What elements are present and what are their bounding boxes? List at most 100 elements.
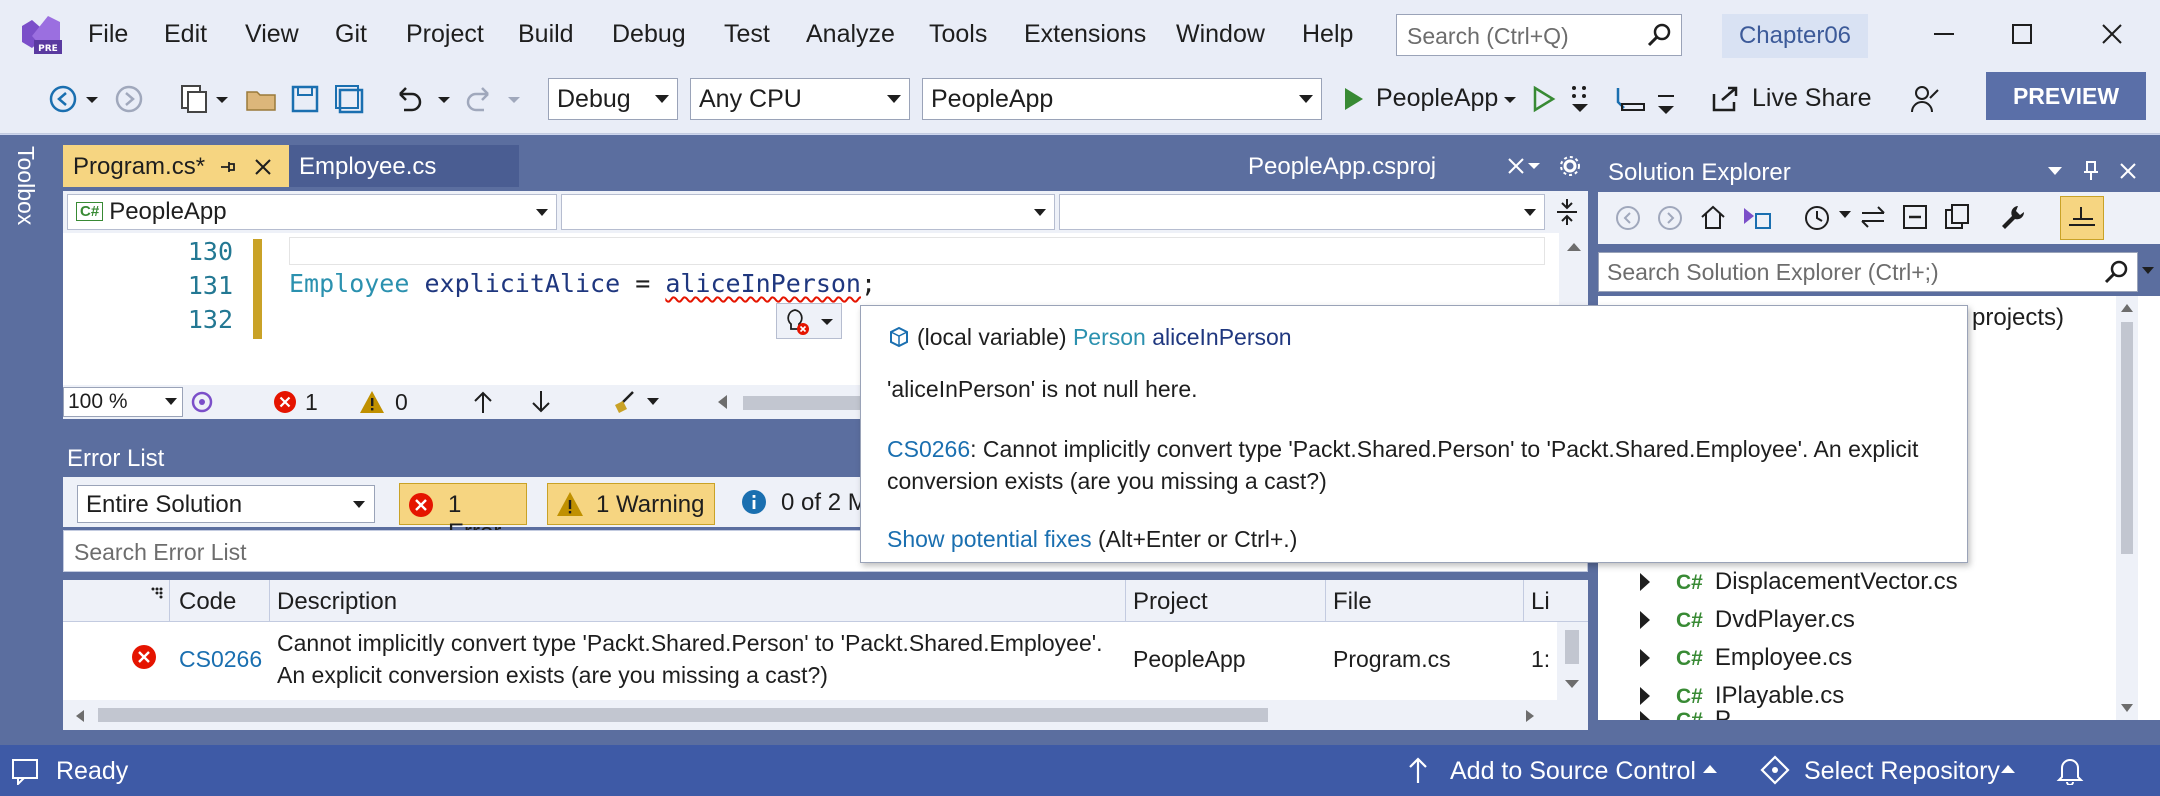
- add-to-source-control-button[interactable]: Add to Source Control: [1450, 757, 1696, 786]
- arrow-up-icon[interactable]: [1406, 755, 1430, 785]
- info-icon[interactable]: [741, 489, 767, 515]
- switch-views-icon[interactable]: [1740, 202, 1772, 232]
- project-scope-select[interactable]: C# PeopleApp: [67, 194, 557, 230]
- error-code-link[interactable]: CS0266: [179, 646, 262, 673]
- scroll-thumb[interactable]: [98, 708, 1268, 722]
- menu-git[interactable]: Git: [335, 20, 367, 49]
- chevron-down-icon[interactable]: [504, 82, 524, 116]
- menu-view[interactable]: View: [245, 20, 299, 49]
- column-header-code[interactable]: Code: [179, 588, 236, 616]
- expand-triangle-icon[interactable]: [1640, 711, 1650, 720]
- scroll-up-icon[interactable]: [2120, 302, 2134, 314]
- chevron-down-icon[interactable]: [82, 82, 102, 116]
- hot-reload-icon[interactable]: [1612, 82, 1646, 116]
- toolbox-tab[interactable]: Toolbox: [12, 146, 39, 225]
- repository-icon[interactable]: [1760, 755, 1790, 785]
- chevron-up-icon[interactable]: [1702, 763, 1718, 775]
- solution-root-item[interactable]: projects): [1972, 304, 2064, 332]
- column-header-description[interactable]: Description: [277, 588, 397, 616]
- platform-select[interactable]: Any CPU: [690, 78, 910, 120]
- navigate-forward-icon[interactable]: [112, 82, 146, 116]
- pin-icon[interactable]: [2082, 160, 2100, 182]
- error-list-horizontal-scrollbar[interactable]: [63, 700, 1588, 730]
- show-all-files-icon[interactable]: [1942, 202, 1972, 232]
- menu-edit[interactable]: Edit: [164, 20, 207, 49]
- errors-filter-button[interactable]: 1 Error: [399, 483, 527, 546]
- expand-triangle-icon[interactable]: [1640, 611, 1650, 629]
- startup-project-select[interactable]: PeopleApp: [922, 78, 1322, 120]
- output-notification-icon[interactable]: [10, 757, 40, 785]
- scroll-down-icon[interactable]: [1563, 678, 1581, 692]
- feedback-icon[interactable]: [1908, 82, 1942, 116]
- menu-extensions[interactable]: Extensions: [1024, 20, 1146, 49]
- quick-info-type-link[interactable]: Person: [1073, 324, 1146, 350]
- code-cleanup-icon[interactable]: [611, 389, 641, 415]
- expand-triangle-icon[interactable]: [1640, 573, 1650, 591]
- split-editor-icon[interactable]: [1553, 197, 1581, 227]
- maximize-icon[interactable]: [2002, 14, 2042, 54]
- start-without-debugging-icon[interactable]: [1526, 82, 1560, 116]
- menu-build[interactable]: Build: [518, 20, 574, 49]
- scroll-left-icon[interactable]: [715, 393, 731, 411]
- minimize-icon[interactable]: [1924, 14, 1964, 54]
- editor-horizontal-scroll-thumb[interactable]: [743, 396, 863, 410]
- code-error-token[interactable]: aliceInPerson: [665, 269, 861, 298]
- collapse-all-icon[interactable]: [1900, 202, 1930, 232]
- warning-icon[interactable]: [359, 390, 385, 414]
- expand-triangle-icon[interactable]: [1640, 687, 1650, 705]
- configuration-select[interactable]: Debug: [548, 78, 678, 120]
- pin-icon[interactable]: [217, 157, 237, 177]
- tree-item[interactable]: C# P: [1640, 706, 1731, 720]
- error-list-vertical-scrollbar[interactable]: [1557, 622, 1588, 700]
- menu-test[interactable]: Test: [724, 20, 770, 49]
- chevron-down-icon[interactable]: [1838, 210, 1852, 220]
- menu-window[interactable]: Window: [1176, 20, 1265, 49]
- scroll-right-icon[interactable]: [1523, 708, 1537, 724]
- member-scope-select[interactable]: [1059, 194, 1545, 230]
- quick-actions-button[interactable]: [776, 303, 842, 339]
- column-header-file[interactable]: File: [1333, 588, 1372, 616]
- chevron-up-icon[interactable]: [2000, 763, 2016, 775]
- column-header-line[interactable]: Li: [1531, 588, 1550, 616]
- menu-debug[interactable]: Debug: [612, 20, 686, 49]
- messages-filter-label[interactable]: 0 of 2 M: [781, 489, 868, 517]
- notifications-bell-icon[interactable]: [2056, 755, 2084, 785]
- start-debugging-icon[interactable]: [1336, 82, 1370, 116]
- close-tab-icon[interactable]: [253, 157, 273, 177]
- previous-issue-icon[interactable]: [471, 389, 495, 415]
- navigate-forward-icon[interactable]: [1656, 204, 1684, 232]
- select-repository-button[interactable]: Select Repository: [1804, 757, 2000, 786]
- menu-tools[interactable]: Tools: [929, 20, 987, 49]
- intellicode-icon[interactable]: [189, 389, 215, 415]
- tab-employee-cs[interactable]: Employee.cs: [289, 145, 519, 187]
- close-icon[interactable]: [2118, 161, 2138, 181]
- tab-peopleapp-csproj[interactable]: PeopleApp.csproj: [1238, 145, 1498, 187]
- type-scope-select[interactable]: [561, 194, 1055, 230]
- menu-project[interactable]: Project: [406, 20, 484, 49]
- save-all-icon[interactable]: [332, 82, 366, 116]
- tree-item[interactable]: C# Employee.cs: [1640, 644, 1852, 672]
- save-icon[interactable]: [288, 82, 322, 116]
- quick-info-error-code-link[interactable]: CS0266: [887, 436, 970, 462]
- live-share-icon[interactable]: [1708, 82, 1742, 116]
- solution-explorer-vertical-scrollbar[interactable]: [2116, 296, 2138, 720]
- chevron-down-icon[interactable]: [645, 395, 661, 409]
- tab-program-cs[interactable]: Program.cs*: [63, 145, 289, 187]
- zoom-select[interactable]: 100 %: [63, 387, 183, 417]
- column-header-project[interactable]: Project: [1133, 588, 1208, 616]
- scroll-thumb[interactable]: [1565, 630, 1579, 664]
- solution-explorer-search-input[interactable]: Search Solution Explorer (Ctrl+;): [1598, 252, 2138, 292]
- table-row[interactable]: CS0266 Cannot implicitly convert type 'P…: [63, 622, 1588, 700]
- next-issue-icon[interactable]: [529, 389, 553, 415]
- column-chooser-icon[interactable]: [149, 586, 165, 602]
- navigate-back-icon[interactable]: [46, 82, 80, 116]
- undo-icon[interactable]: [392, 82, 426, 116]
- gear-icon[interactable]: [1558, 154, 1582, 178]
- start-debugging-label[interactable]: PeopleApp: [1376, 84, 1498, 113]
- error-count[interactable]: 1: [305, 389, 318, 416]
- properties-wrench-icon[interactable]: [1998, 202, 2028, 232]
- menu-analyze[interactable]: Analyze: [806, 20, 895, 49]
- chevron-down-icon[interactable]: [1654, 82, 1678, 116]
- preview-button[interactable]: PREVIEW: [1986, 72, 2146, 120]
- home-icon[interactable]: [1698, 202, 1728, 232]
